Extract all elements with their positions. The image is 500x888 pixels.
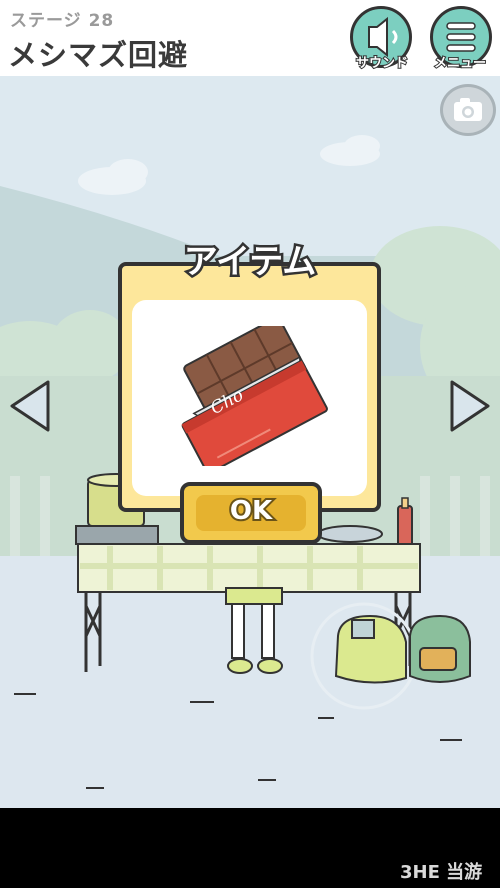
arrow-right-icon bbox=[450, 380, 490, 432]
next-view-button[interactable] bbox=[448, 378, 492, 434]
menu-button-label: メニュー bbox=[433, 55, 487, 72]
stage-title: メシマズ回避 bbox=[8, 38, 189, 72]
arrow-left-icon bbox=[10, 380, 50, 432]
ok-button-label: OK bbox=[228, 494, 274, 528]
ok-button[interactable]: OK bbox=[180, 482, 322, 544]
watermark: 3HE 当游网 bbox=[400, 862, 483, 883]
stage-number: ステージ 28 bbox=[10, 11, 115, 31]
item-dialog-title: アイテム bbox=[181, 240, 319, 285]
previous-view-button[interactable] bbox=[8, 378, 52, 434]
camera-icon bbox=[454, 98, 482, 121]
camera-button[interactable] bbox=[440, 84, 496, 136]
sound-button-label: サウンド bbox=[355, 55, 409, 72]
header: ステージ 28 メシマズ回避 サウンド メニュー bbox=[0, 0, 500, 76]
chocolate-bar-icon: Cho bbox=[162, 316, 334, 474]
